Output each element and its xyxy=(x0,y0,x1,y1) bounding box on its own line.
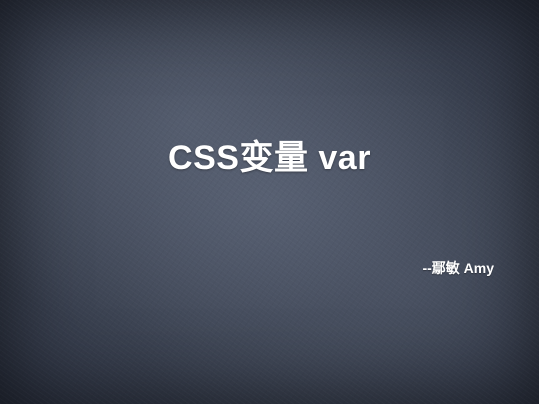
slide-title: CSS变量 var xyxy=(168,139,371,177)
presentation-slide: CSS变量 var --鄢敏 Amy xyxy=(0,0,539,404)
chalkboard-texture xyxy=(0,0,539,404)
slide-author: --鄢敏 Amy xyxy=(422,260,494,276)
